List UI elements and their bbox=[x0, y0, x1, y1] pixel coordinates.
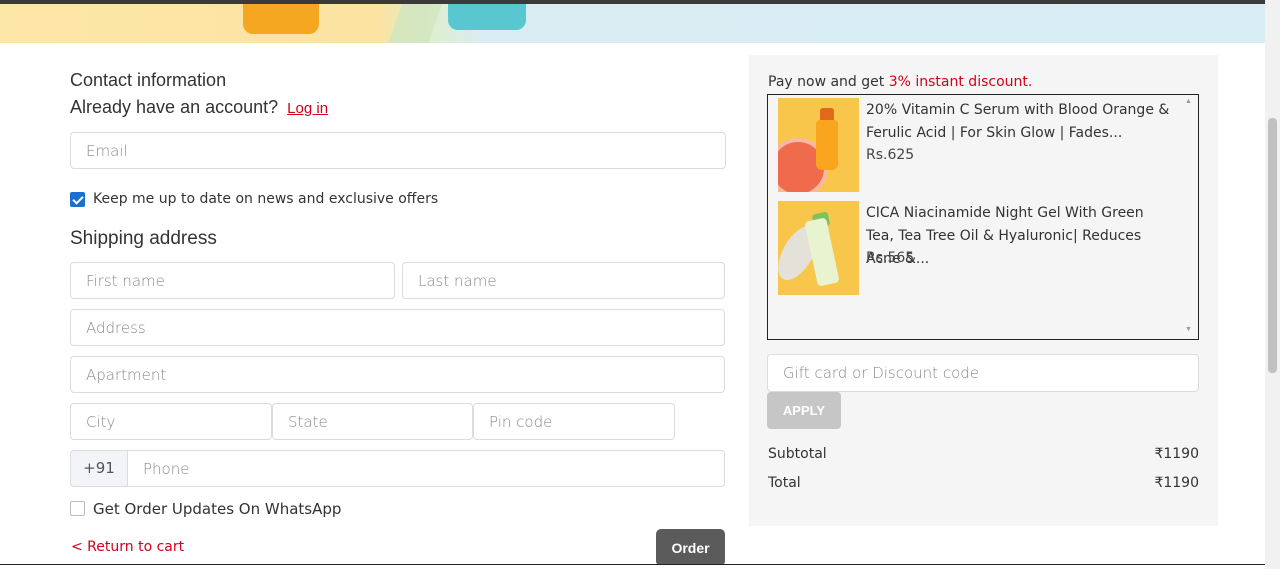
product-price: Rs.565 bbox=[866, 250, 915, 266]
pay-now-discount: 3% instant discount. bbox=[888, 74, 1033, 90]
apartment-input[interactable] bbox=[70, 356, 725, 393]
cart-scroll-up-icon[interactable]: ▲ bbox=[1185, 98, 1192, 105]
city-input[interactable] bbox=[70, 403, 272, 440]
login-link[interactable]: Log in bbox=[287, 100, 328, 117]
whatsapp-label: Get Order Updates On WhatsApp bbox=[93, 500, 342, 518]
banner-bottle-teal bbox=[448, 4, 526, 30]
apply-discount-button[interactable]: APPLY bbox=[767, 392, 841, 429]
discount-code-input[interactable] bbox=[767, 354, 1199, 392]
serum-bottle-graphic bbox=[816, 120, 838, 170]
bottom-border bbox=[0, 564, 1265, 569]
first-name-input[interactable] bbox=[70, 262, 395, 299]
order-button[interactable]: Order bbox=[656, 529, 725, 566]
whatsapp-checkbox[interactable] bbox=[70, 501, 85, 516]
pin-code-input[interactable] bbox=[473, 403, 675, 440]
pay-now-text: Pay now and get bbox=[768, 74, 889, 90]
hero-banner-image bbox=[0, 4, 1265, 43]
newsletter-label: Keep me up to date on news and exclusive… bbox=[93, 191, 439, 207]
cart-scroll-down-icon[interactable]: ▼ bbox=[1185, 326, 1192, 333]
subtotal-value: ₹1190 bbox=[1154, 446, 1199, 462]
total-value: ₹1190 bbox=[1154, 475, 1199, 491]
product-image-vitamin-c-serum bbox=[778, 98, 859, 192]
banner-bottle-orange bbox=[243, 4, 319, 34]
address-input[interactable] bbox=[70, 309, 725, 346]
page-scrollbar-thumb[interactable] bbox=[1268, 118, 1277, 373]
product-title: 20% Vitamin C Serum with Blood Orange & … bbox=[866, 102, 1170, 141]
return-to-cart-link[interactable]: < Return to cart bbox=[71, 539, 184, 555]
pay-now-banner: Pay now and get 3% instant discount. bbox=[768, 74, 1032, 90]
shipping-heading: Shipping address bbox=[70, 228, 217, 249]
product-price: Rs.625 bbox=[866, 147, 915, 163]
phone-input[interactable] bbox=[127, 450, 725, 487]
total-label: Total bbox=[768, 475, 801, 491]
state-input[interactable] bbox=[272, 403, 473, 440]
newsletter-checkbox[interactable] bbox=[70, 192, 85, 207]
banner-stripe bbox=[384, 4, 446, 43]
subtotal-label: Subtotal bbox=[768, 446, 827, 462]
phone-country-code: +91 bbox=[70, 450, 128, 487]
last-name-input[interactable] bbox=[402, 262, 725, 299]
product-image-cica-gel bbox=[778, 201, 859, 295]
contact-heading: Contact information bbox=[70, 70, 227, 90]
account-prompt-text: Already have an account? bbox=[70, 97, 279, 117]
email-input[interactable] bbox=[70, 132, 726, 169]
account-prompt: Already have an account? Log in bbox=[70, 97, 328, 118]
